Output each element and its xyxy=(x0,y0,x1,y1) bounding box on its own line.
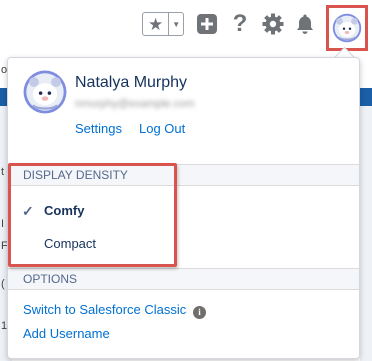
logout-link[interactable]: Log Out xyxy=(139,121,185,136)
user-email: nmurphy@example.com xyxy=(75,98,195,110)
background-text: I xyxy=(1,218,5,230)
notifications-button[interactable] xyxy=(293,11,317,37)
favorites-button-group: ★ ▼ xyxy=(142,12,184,36)
chevron-down-icon[interactable]: ▼ xyxy=(169,13,183,35)
help-button[interactable]: ? xyxy=(228,11,252,37)
background-band xyxy=(360,88,372,106)
avatar xyxy=(23,70,67,114)
user-avatar-button[interactable] xyxy=(326,5,368,51)
help-icon: ? xyxy=(232,10,248,37)
global-actions-button[interactable] xyxy=(195,11,219,37)
add-username-link[interactable]: Add Username xyxy=(23,326,110,341)
info-icon[interactable]: i xyxy=(193,306,206,319)
user-name: Natalya Murphy xyxy=(75,74,188,91)
options-header: OPTIONS xyxy=(8,268,359,290)
highlight-box xyxy=(8,163,177,267)
background-text: ( xyxy=(1,278,5,290)
star-icon[interactable]: ★ xyxy=(143,13,170,35)
settings-link[interactable]: Settings xyxy=(75,121,122,136)
setup-button[interactable] xyxy=(261,11,285,37)
bell-icon xyxy=(297,14,313,34)
plus-icon xyxy=(197,14,217,34)
global-header-toolbar: ★ ▼ ? xyxy=(0,0,372,51)
avatar-icon xyxy=(332,13,362,43)
background-app-right xyxy=(360,88,372,361)
switch-to-classic-link[interactable]: Switch to Salesforce Classic xyxy=(23,302,186,317)
gear-icon xyxy=(262,13,284,35)
background-text: t xyxy=(1,166,5,178)
